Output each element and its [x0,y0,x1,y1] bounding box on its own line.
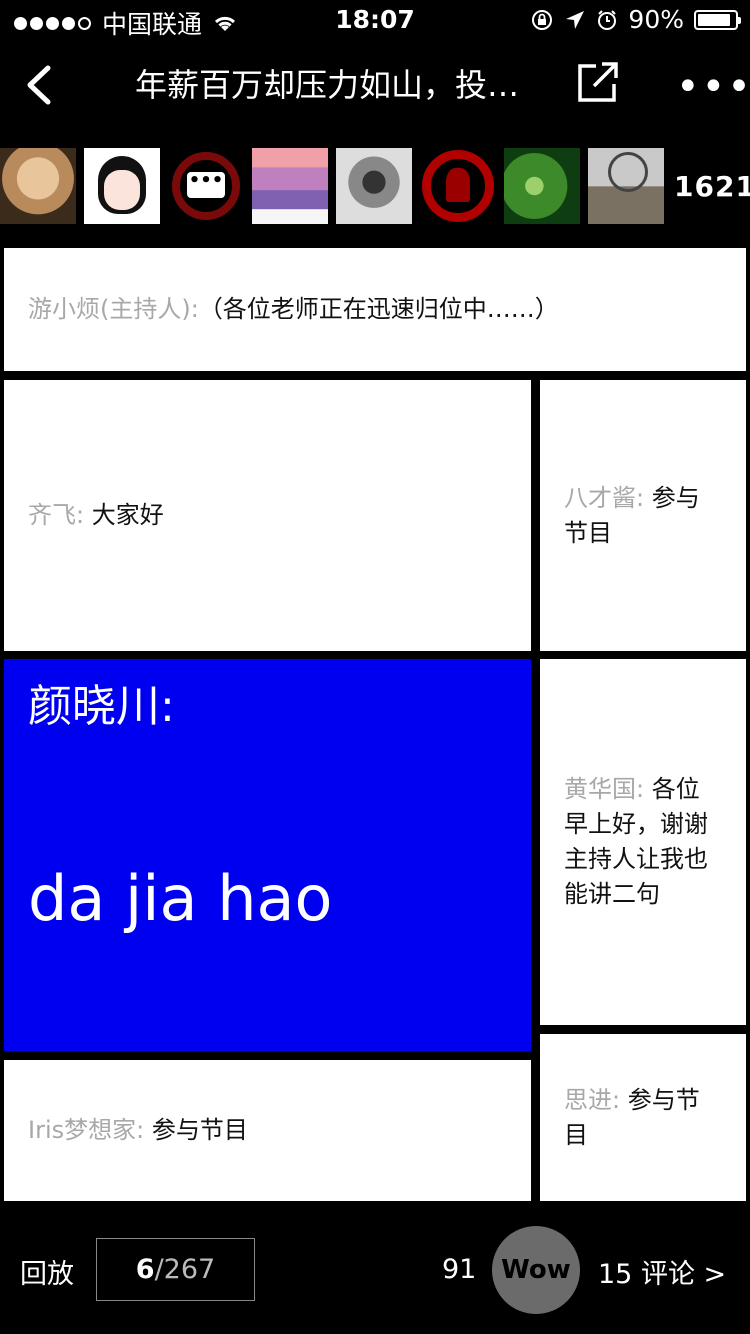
rotation-lock-icon [532,9,553,30]
avatar[interactable]: ••• [168,148,244,224]
replay-button[interactable]: 回放 [20,1252,74,1291]
battery-fill [698,13,731,26]
avatar[interactable] [420,148,496,224]
avatar[interactable] [252,148,328,224]
avatar[interactable] [504,148,580,224]
participant-strip[interactable]: ••• 1621 [0,148,750,224]
battery-icon [694,9,741,30]
message-card[interactable]: 八才酱: 参与节目 [540,380,746,651]
back-chevron-icon[interactable] [20,60,60,110]
page-separator: / [154,1254,164,1285]
message-card[interactable]: 思进: 参与节目 [540,1034,746,1201]
avatar-wheel [608,152,648,192]
page-total: 267 [163,1254,216,1285]
avatar[interactable] [84,148,160,224]
message-author: 游小烦(主持人): [28,295,199,324]
message-text: da jia hao [28,862,333,935]
location-icon [566,10,585,29]
alarm-icon [598,9,617,30]
message-author: 思进: [564,1085,621,1114]
highlighted-message-card[interactable]: 颜晓川: da jia hao [4,659,531,1051]
message-card[interactable]: 齐飞: 大家好 [4,380,531,651]
message-author: Iris梦想家: [28,1116,145,1145]
message-author: 齐飞: [28,501,85,530]
status-bar: 中国联通 18:07 90% [0,0,750,40]
message-author: 八才酱: [564,483,645,512]
message-author: 颜晓川: [28,681,175,732]
page-title: 年薪百万却压力如山，投… [135,66,520,104]
avatar[interactable] [336,148,412,224]
message-text: 大家好 [91,501,164,530]
battery-percent: 90% [628,5,684,34]
avatar[interactable] [0,148,76,224]
avatar-face [104,170,140,210]
message-author: 黄华国: [564,775,645,804]
chat-bubble-icon: ••• [187,172,225,198]
message-card[interactable]: 游小烦(主持人):（各位老师正在迅速归位中……） [4,248,746,371]
wow-button[interactable]: Wow [492,1226,580,1314]
message-text: （各位老师正在迅速归位中……） [198,295,559,324]
avatar[interactable] [588,148,664,224]
message-card[interactable]: Iris梦想家: 参与节目 [4,1060,531,1201]
page-indicator[interactable]: 6/267 [96,1238,255,1301]
more-icon[interactable]: ••• [676,64,750,110]
message-card[interactable]: 黄华国: 各位早上好，谢谢主持人让我也能讲二句 [540,659,746,1025]
status-right: 90% [530,5,741,34]
comments-button[interactable]: 15 评论 > [598,1252,726,1291]
like-count: 91 [442,1254,477,1285]
page-current: 6 [135,1254,155,1285]
message-text: 参与节目 [151,1116,248,1145]
share-icon[interactable] [576,60,620,104]
avatar-emblem [446,168,470,202]
participant-count[interactable]: 1621 [674,170,750,203]
